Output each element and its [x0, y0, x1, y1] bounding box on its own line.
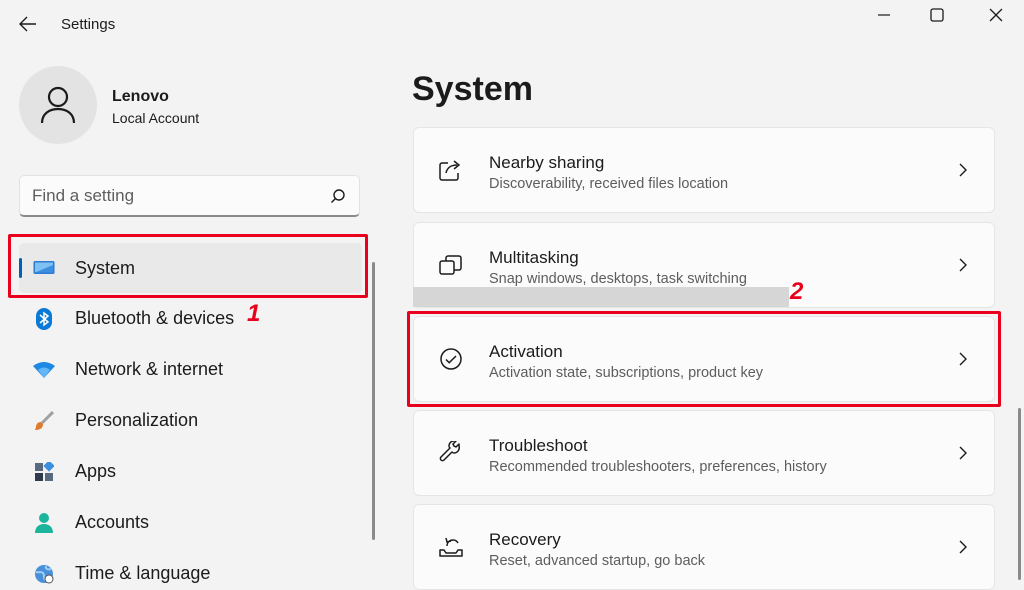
- chevron-right-icon: [956, 162, 970, 178]
- sidebar-item-label: Time & language: [75, 563, 211, 583]
- annotation-box-activation: [407, 311, 1001, 407]
- sidebar-item-accounts[interactable]: Accounts: [19, 497, 362, 548]
- annotation-step-2: 2: [790, 278, 804, 305]
- card-subtitle: Discoverability, received files location: [489, 176, 729, 192]
- apps-icon: [33, 461, 55, 483]
- annotation-step-1: 1: [247, 300, 261, 327]
- minimize-icon: [878, 14, 890, 16]
- card-subtitle: Recommended troubleshooters, preferences…: [489, 459, 827, 475]
- maximize-icon: [930, 8, 944, 22]
- close-button[interactable]: [970, 0, 1022, 30]
- sidebar-item-apps[interactable]: Apps: [19, 446, 362, 497]
- wrench-icon: [438, 440, 464, 466]
- card-title: Troubleshoot: [489, 436, 588, 455]
- back-button[interactable]: [14, 10, 42, 38]
- minimize-button[interactable]: [858, 0, 910, 30]
- sidebar-item-label: Apps: [75, 461, 117, 481]
- card-troubleshoot[interactable]: Troubleshoot Recommended troubleshooters…: [413, 410, 995, 496]
- search-box[interactable]: [19, 175, 360, 217]
- sidebar-item-bluetooth[interactable]: Bluetooth & devices: [19, 293, 362, 344]
- sidebar-item-label: Personalization: [75, 410, 199, 430]
- search-input[interactable]: [32, 185, 322, 207]
- main-scrollbar[interactable]: [1018, 408, 1021, 580]
- back-arrow-icon: [19, 16, 36, 32]
- person-icon: [40, 86, 76, 124]
- wifi-icon: [33, 359, 55, 381]
- brush-icon: [33, 410, 55, 432]
- sidebar-item-time-language[interactable]: Time & language: [19, 548, 362, 590]
- card-title: Nearby sharing: [489, 153, 605, 172]
- card-nearby-sharing[interactable]: Nearby sharing Discoverability, received…: [413, 127, 995, 213]
- maximize-button[interactable]: [911, 0, 963, 30]
- sidebar-scrollbar[interactable]: [372, 262, 375, 540]
- multitasking-icon: [438, 252, 464, 278]
- sidebar-item-label: Network & internet: [75, 359, 224, 379]
- avatar: [19, 66, 97, 144]
- account-type: Local Account: [112, 110, 200, 126]
- sidebar-item-label: Bluetooth & devices: [75, 308, 235, 328]
- chevron-right-icon: [956, 539, 970, 555]
- card-title: Recovery: [489, 530, 561, 549]
- sidebar-item-personalization[interactable]: Personalization: [19, 395, 362, 446]
- chevron-right-icon: [956, 257, 970, 273]
- tooltip-overlay: [413, 287, 789, 307]
- card-subtitle: Reset, advanced startup, go back: [489, 553, 706, 569]
- app-title: Settings: [61, 16, 116, 33]
- recovery-icon: [438, 534, 464, 560]
- page-title: System: [412, 70, 533, 108]
- person-icon: [33, 512, 55, 534]
- bluetooth-icon: [33, 307, 55, 330]
- share-icon: [438, 157, 464, 183]
- card-recovery[interactable]: Recovery Reset, advanced startup, go bac…: [413, 504, 995, 590]
- sidebar-item-label: Accounts: [75, 512, 150, 532]
- close-icon: [989, 8, 1003, 22]
- globe-icon: [33, 563, 55, 585]
- title-bar: Settings: [0, 0, 1024, 48]
- card-subtitle: Snap windows, desktops, task switching: [489, 271, 747, 287]
- card-title: Multitasking: [489, 248, 579, 267]
- search-icon[interactable]: [329, 187, 347, 205]
- annotation-box-system: [8, 234, 368, 298]
- sidebar-item-network[interactable]: Network & internet: [19, 344, 362, 395]
- chevron-right-icon: [956, 445, 970, 461]
- user-name: Lenovo: [112, 88, 169, 105]
